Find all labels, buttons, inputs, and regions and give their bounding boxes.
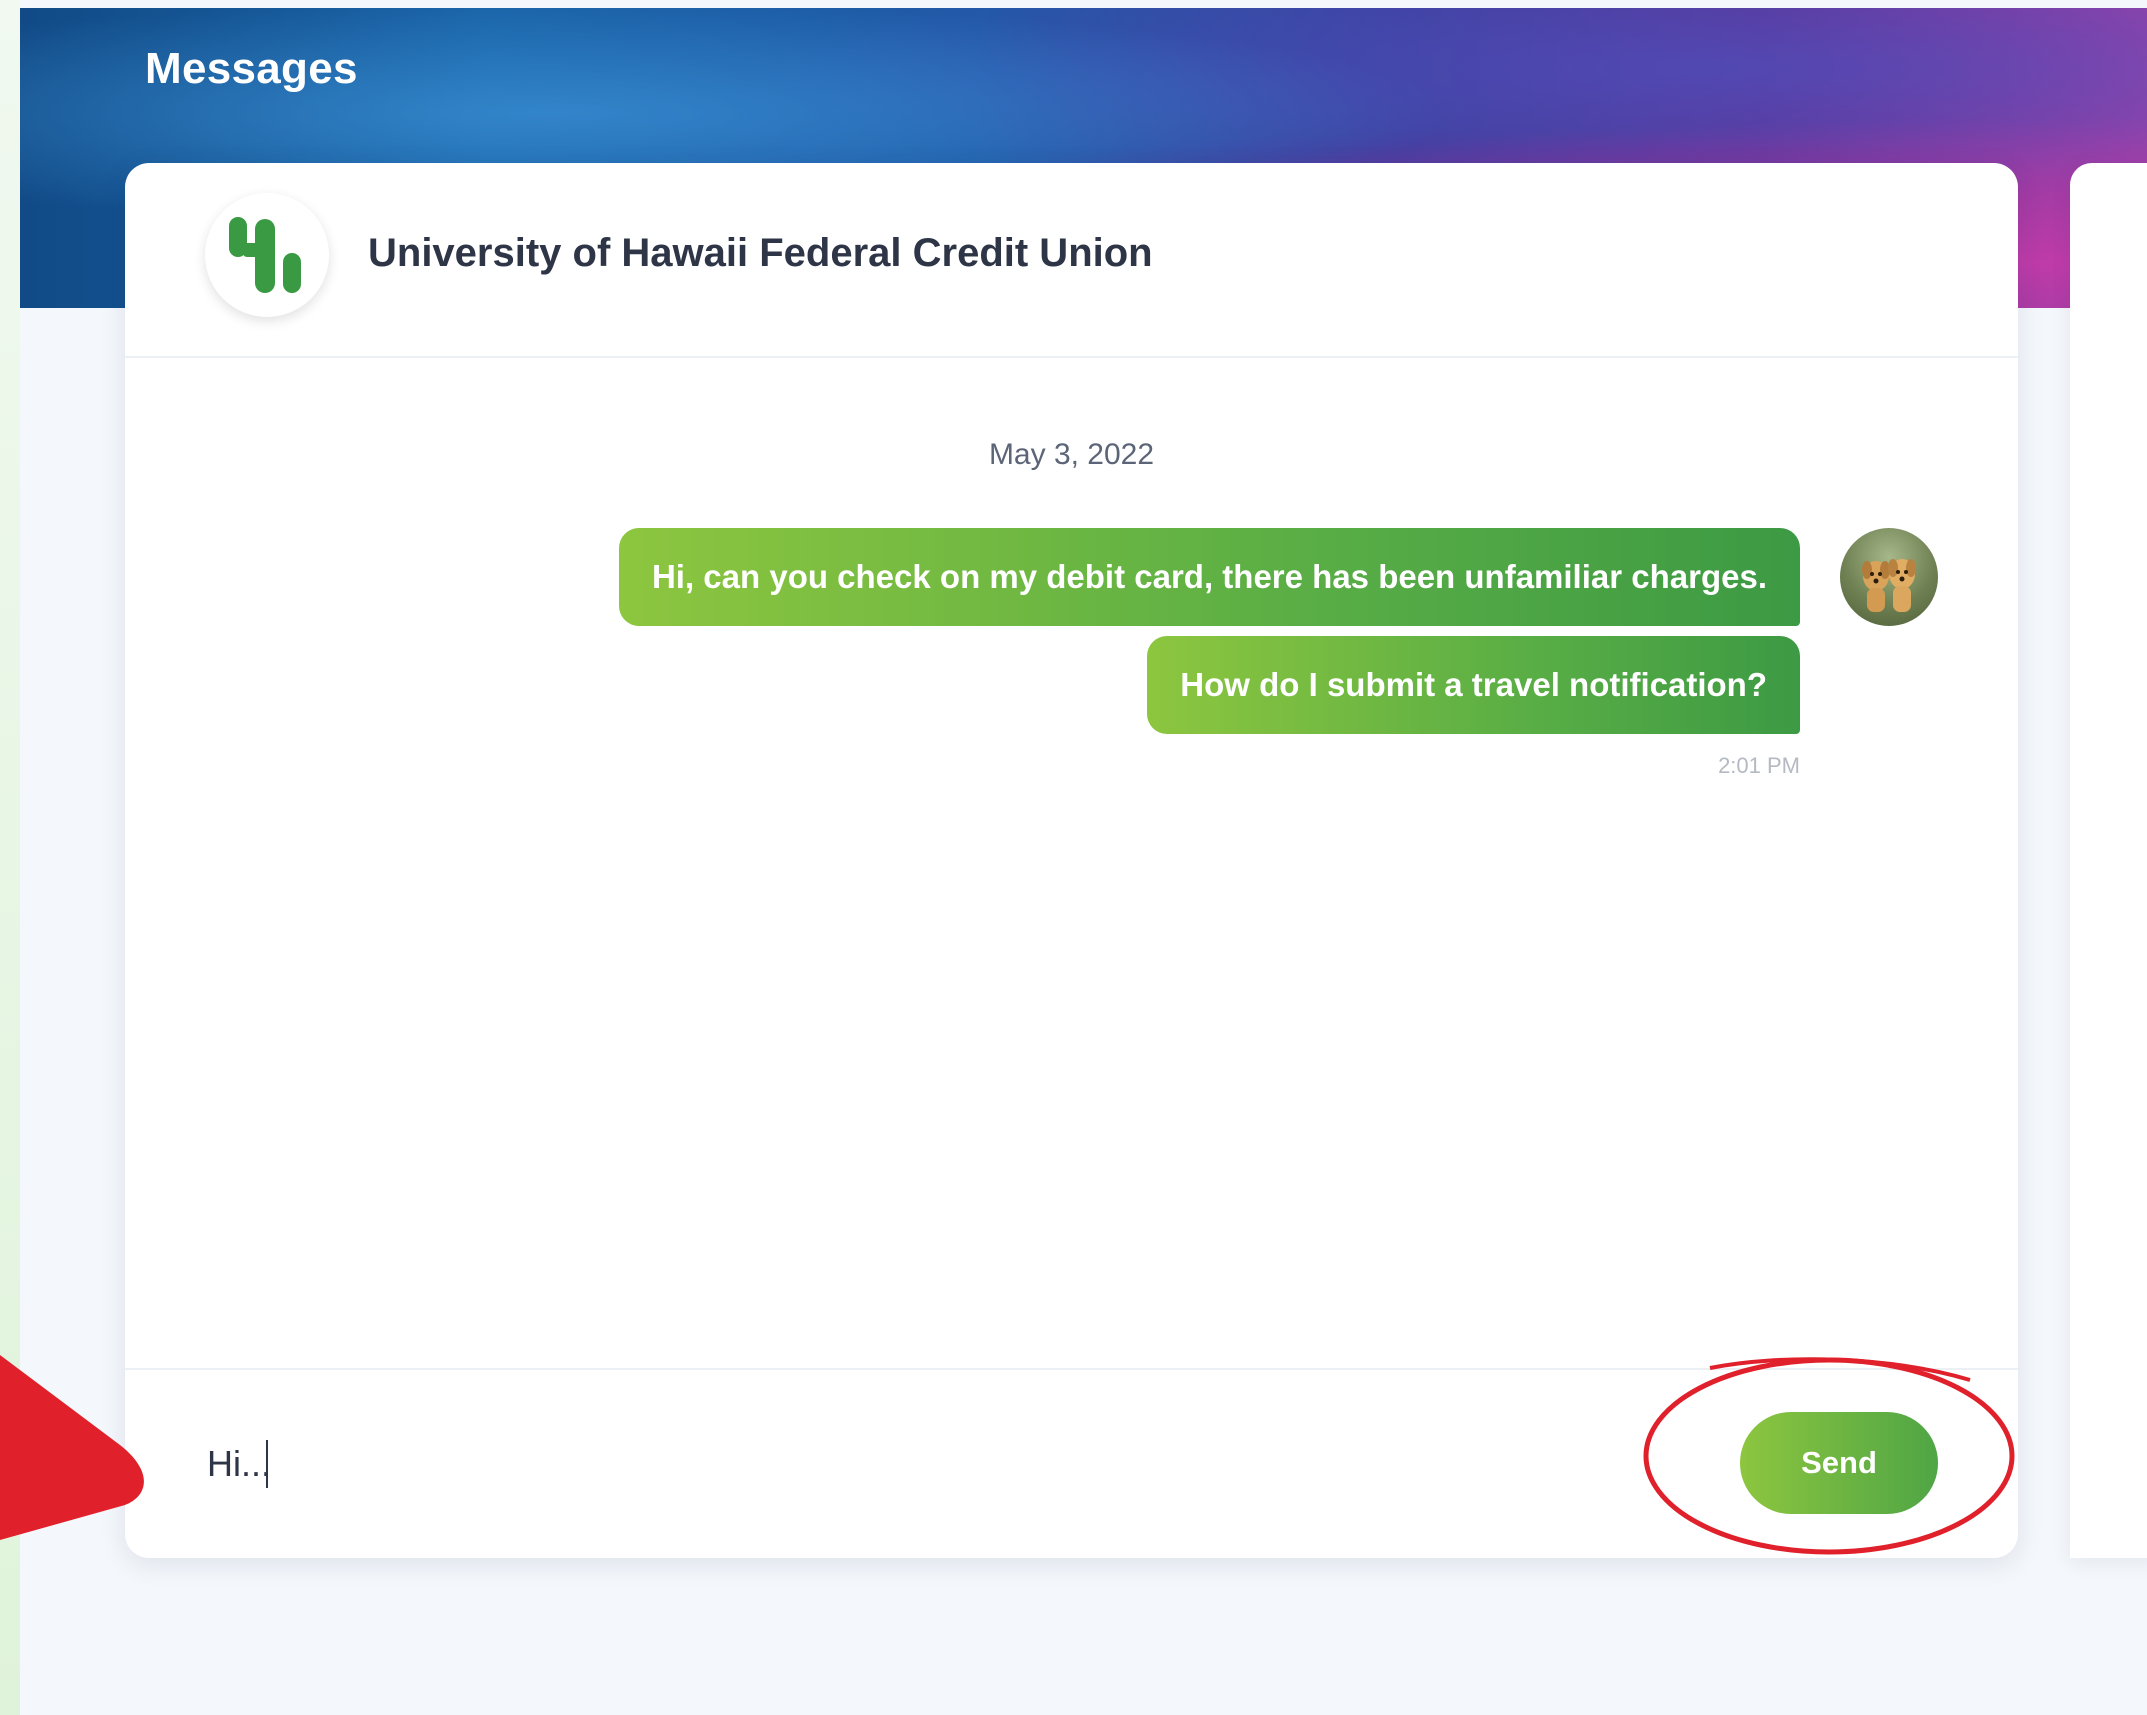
sent-message-bubble: How do I submit a travel notification? — [1147, 636, 1800, 734]
annotation-arrow — [0, 1355, 144, 1540]
date-separator: May 3, 2022 — [988, 438, 1155, 471]
sent-message-bubble: Hi, can you check on my debit card, ther… — [618, 528, 1800, 626]
credit-union-logo-icon — [229, 217, 301, 293]
page-title: Messages — [145, 44, 358, 93]
conversation-panel: University of Hawaii Federal Credit Unio… — [125, 163, 2018, 1558]
message-input[interactable] — [205, 1428, 1609, 1500]
annotation-circle — [1643, 1357, 2015, 1555]
credit-union-logo — [205, 193, 329, 317]
message-timestamp: 2:01 PM — [1718, 753, 1800, 778]
page-background — [20, 1558, 2147, 1715]
conversation-title: University of Hawaii Federal Credit Unio… — [368, 231, 1153, 275]
conversation-header: University of Hawaii Federal Credit Unio… — [125, 163, 2018, 358]
secondary-panel — [2070, 163, 2147, 1558]
text-cursor — [266, 1440, 268, 1488]
dogs-photo-icon — [1862, 559, 1916, 612]
user-avatar — [1840, 528, 1938, 626]
